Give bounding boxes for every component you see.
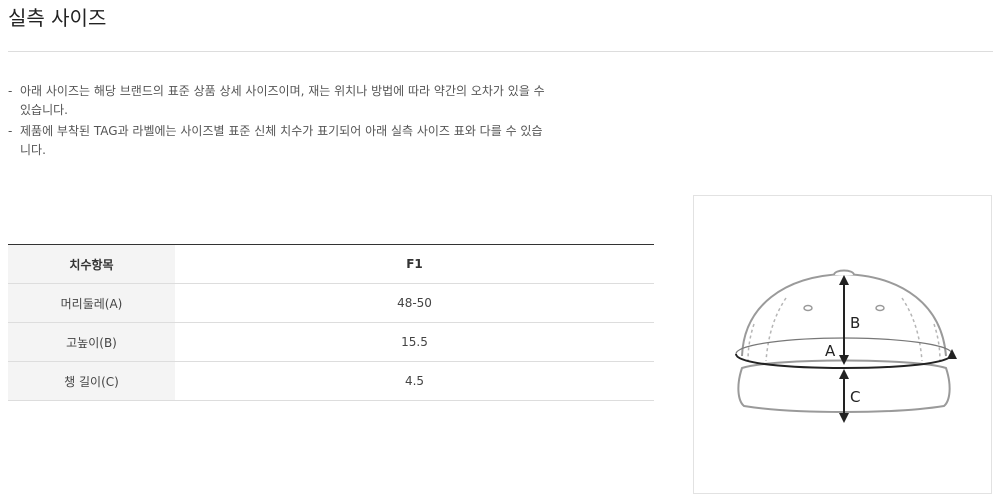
- label-c: C: [850, 388, 860, 406]
- label-a: A: [825, 342, 836, 360]
- note-item: - 아래 사이즈는 해당 브랜드의 표준 상품 상세 사이즈이며, 재는 위치나…: [8, 82, 553, 120]
- note-text: 제품에 부착된 TAG과 라벨에는 사이즈별 표준 신체 치수가 표기되어 아래…: [20, 124, 543, 157]
- header-label-cell: 치수항목: [8, 244, 175, 284]
- table-row: 머리둘레(A) 48-50: [8, 283, 654, 323]
- note-bullet: -: [8, 84, 13, 98]
- row-value: 15.5: [175, 322, 654, 362]
- note-item: - 제품에 부착된 TAG과 라벨에는 사이즈별 표준 신체 치수가 표기되어 …: [8, 122, 553, 160]
- size-table: 치수항목 F1 머리둘레(A) 48-50 고높이(B) 15.5 챙 길이(C…: [8, 244, 654, 401]
- note-text: 아래 사이즈는 해당 브랜드의 표준 상품 상세 사이즈이며, 재는 위치나 방…: [20, 84, 545, 117]
- row-label: 머리둘레(A): [8, 283, 175, 323]
- table-row: 챙 길이(C) 4.5: [8, 361, 654, 401]
- row-label: 고높이(B): [8, 322, 175, 362]
- row-value: 48-50: [175, 283, 654, 323]
- label-b: B: [850, 314, 860, 332]
- row-value: 4.5: [175, 361, 654, 401]
- header-size-cell: F1: [175, 244, 654, 284]
- table-row: 고높이(B) 15.5: [8, 322, 654, 362]
- size-notes: - 아래 사이즈는 해당 브랜드의 표준 상품 상세 사이즈이며, 재는 위치나…: [8, 82, 553, 162]
- page-title: 실측 사이즈: [8, 6, 107, 30]
- cap-eyelet: [803, 304, 813, 312]
- note-bullet: -: [8, 124, 13, 138]
- table-header-row: 치수항목 F1: [8, 244, 654, 284]
- row-label: 챙 길이(C): [8, 361, 175, 401]
- cap-measurement-diagram-icon: B A C: [735, 269, 957, 423]
- cap-eyelet: [875, 304, 885, 312]
- title-divider: [8, 51, 993, 52]
- cap-diagram: B A C: [693, 195, 992, 494]
- cap-button: [833, 269, 855, 276]
